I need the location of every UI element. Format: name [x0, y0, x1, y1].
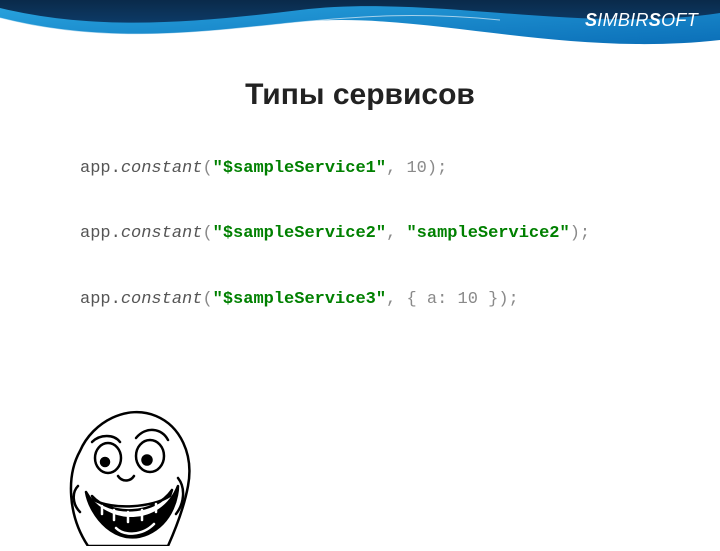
code-line-3: app.constant("$sampleService3", { a: 10 …: [80, 289, 680, 310]
code-block: app.constant("$sampleService1", 10); app…: [80, 158, 680, 354]
meme-face-icon: [58, 396, 198, 546]
slide-title: Типы сервисов: [0, 78, 720, 112]
code-line-1: app.constant("$sampleService1", 10);: [80, 158, 680, 179]
code-line-2: app.constant("$sampleService2", "sampleS…: [80, 223, 680, 244]
brand-logo: SIMBIRSOFT: [585, 10, 698, 31]
